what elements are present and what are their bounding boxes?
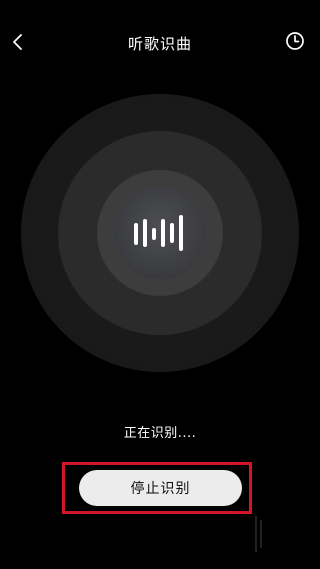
visualizer-core bbox=[114, 187, 206, 279]
header-bar: 听歌识曲 bbox=[0, 0, 320, 86]
page-title: 听歌识曲 bbox=[127, 35, 192, 53]
clock-icon bbox=[286, 32, 304, 50]
watermark-mark bbox=[255, 516, 262, 552]
recognition-status: 正在识别.... bbox=[123, 426, 197, 441]
history-button[interactable] bbox=[284, 30, 306, 52]
stop-recognition-button[interactable]: 停止识别 bbox=[79, 470, 242, 506]
audio-wave-icon bbox=[134, 215, 183, 251]
